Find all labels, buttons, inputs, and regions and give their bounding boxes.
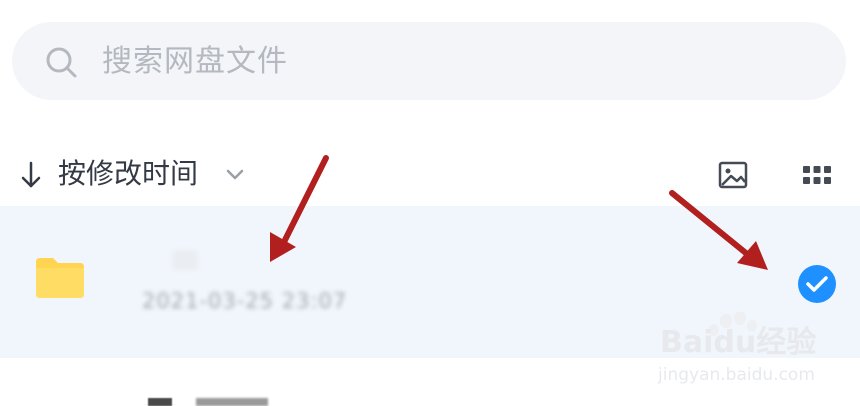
search-input-placeholder[interactable]: 搜索网盘文件 [102, 42, 288, 82]
chevron-down-icon[interactable] [224, 164, 246, 184]
file-name-redacted [172, 250, 198, 270]
search-icon [46, 47, 77, 78]
watermark-brand: Baidu经验 [660, 325, 817, 360]
file-modified-time: 2021-03-25 23:07 [142, 289, 348, 313]
check-selected-icon[interactable] [797, 264, 837, 304]
next-file-name-redacted [148, 398, 172, 406]
watermark-url: jingyan.baidu.com [658, 365, 815, 385]
grid-view-icon[interactable] [800, 162, 834, 188]
image-view-icon[interactable] [716, 158, 750, 192]
sort-direction-arrow-icon[interactable] [20, 160, 42, 190]
next-file-name-redacted [196, 398, 268, 406]
sort-by-label[interactable]: 按修改时间 [58, 154, 198, 194]
folder-icon [36, 258, 84, 298]
